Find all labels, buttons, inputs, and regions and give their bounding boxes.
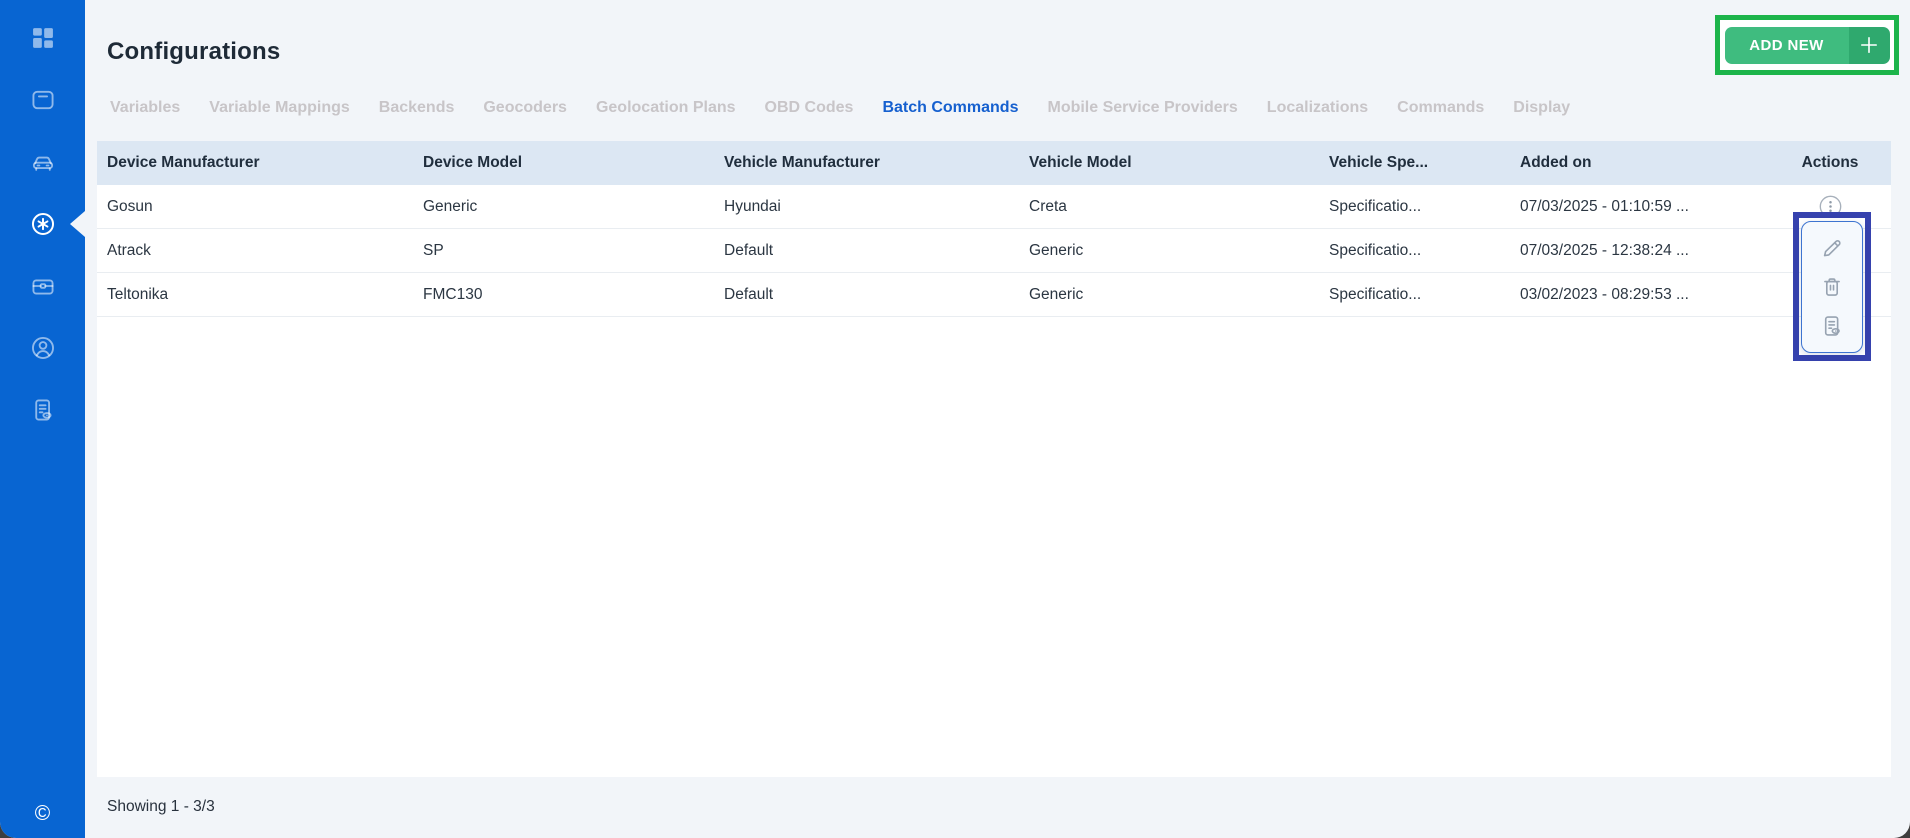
- sidebar-item-configurations[interactable]: [28, 209, 58, 239]
- cell-vehicle-specification: Specificatio...: [1319, 242, 1510, 260]
- column-header-device-model: Device Model: [413, 154, 714, 172]
- cell-device-model: Generic: [413, 198, 714, 216]
- main-content: Configurations Variables Variable Mappin…: [85, 0, 1910, 838]
- configurations-asterisk-icon: [29, 210, 57, 238]
- devices-icon: [29, 86, 57, 114]
- trash-delete-icon: [1819, 274, 1845, 300]
- vehicles-car-icon: [29, 148, 57, 176]
- column-header-actions: Actions: [1769, 154, 1891, 172]
- table-row[interactable]: Gosun Generic Hyundai Creta Specificatio…: [97, 185, 1891, 229]
- cell-vehicle-model: Generic: [1019, 286, 1319, 304]
- toolbox-icon: [29, 272, 57, 300]
- cell-vehicle-model: Generic: [1019, 242, 1319, 260]
- table-row[interactable]: Teltonika FMC130 Default Generic Specifi…: [97, 273, 1891, 317]
- cell-device-manufacturer: Atrack: [97, 242, 413, 260]
- tab-obd-codes[interactable]: OBD Codes: [765, 99, 854, 117]
- plus-icon: [1857, 33, 1881, 57]
- pencil-edit-icon: [1819, 235, 1845, 261]
- column-header-vehicle-model: Vehicle Model: [1019, 154, 1319, 172]
- column-header-vehicle-specification: Vehicle Spe...: [1319, 154, 1510, 172]
- column-header-device-manufacturer: Device Manufacturer: [97, 154, 413, 172]
- pagination-status: Showing 1 - 3/3: [107, 798, 215, 816]
- column-header-added-on: Added on: [1510, 154, 1769, 172]
- dashboard-icon: [29, 24, 57, 52]
- tab-batch-commands[interactable]: Batch Commands: [882, 99, 1018, 117]
- add-new-button[interactable]: ADD NEW: [1725, 27, 1890, 64]
- account-icon: [29, 334, 57, 362]
- actions-popup-menu: [1801, 221, 1863, 353]
- cell-vehicle-specification: Specificatio...: [1319, 198, 1510, 216]
- active-item-notch: [70, 211, 85, 237]
- add-new-button-label: ADD NEW: [1725, 27, 1849, 64]
- view-details-button[interactable]: [1819, 313, 1845, 339]
- table-card: Device Manufacturer Device Model Vehicle…: [97, 141, 1891, 777]
- column-header-vehicle-manufacturer: Vehicle Manufacturer: [714, 154, 1019, 172]
- tab-geocoders[interactable]: Geocoders: [483, 99, 567, 117]
- table-row[interactable]: Atrack SP Default Generic Specificatio..…: [97, 229, 1891, 273]
- tab-mobile-service-providers[interactable]: Mobile Service Providers: [1047, 99, 1237, 117]
- tab-display[interactable]: Display: [1513, 99, 1570, 117]
- app-window: © Configurations Variables Variable Mapp…: [0, 0, 1910, 838]
- page-title: Configurations: [107, 38, 280, 66]
- tab-backends[interactable]: Backends: [379, 99, 455, 117]
- cell-device-model: FMC130: [413, 286, 714, 304]
- sidebar-item-devices[interactable]: [28, 85, 58, 115]
- edit-button[interactable]: [1819, 235, 1845, 261]
- sidebar-item-account[interactable]: [28, 333, 58, 363]
- sidebar-item-toolbox[interactable]: [28, 271, 58, 301]
- delete-button[interactable]: [1819, 274, 1845, 300]
- copyright-icon: ©: [35, 803, 50, 824]
- cell-added-on: 07/03/2025 - 12:38:24 ...: [1510, 242, 1769, 260]
- tab-variable-mappings[interactable]: Variable Mappings: [209, 99, 349, 117]
- sidebar: ©: [0, 0, 85, 838]
- cell-device-manufacturer: Gosun: [97, 198, 413, 216]
- annotation-box-add-new: ADD NEW: [1715, 15, 1899, 75]
- cell-vehicle-specification: Specificatio...: [1319, 286, 1510, 304]
- tab-variables[interactable]: Variables: [110, 99, 180, 117]
- cell-vehicle-manufacturer: Default: [714, 242, 1019, 260]
- reports-icon: [29, 396, 57, 424]
- cell-device-model: SP: [413, 242, 714, 260]
- sidebar-item-dashboard[interactable]: [28, 23, 58, 53]
- cell-vehicle-manufacturer: Default: [714, 286, 1019, 304]
- tab-commands[interactable]: Commands: [1397, 99, 1484, 117]
- tab-geolocation-plans[interactable]: Geolocation Plans: [596, 99, 736, 117]
- cell-added-on: 03/02/2023 - 08:29:53 ...: [1510, 286, 1769, 304]
- cell-device-manufacturer: Teltonika: [97, 286, 413, 304]
- document-view-icon: [1819, 313, 1845, 339]
- table-header-row: Device Manufacturer Device Model Vehicle…: [97, 141, 1891, 185]
- annotation-box-actions-menu: [1793, 212, 1871, 361]
- cell-vehicle-manufacturer: Hyundai: [714, 198, 1019, 216]
- tab-localizations[interactable]: Localizations: [1267, 99, 1368, 117]
- sidebar-item-reports[interactable]: [28, 395, 58, 425]
- tab-bar: Variables Variable Mappings Backends Geo…: [110, 99, 1570, 117]
- add-new-plus-segment[interactable]: [1849, 27, 1890, 64]
- cell-vehicle-model: Creta: [1019, 198, 1319, 216]
- sidebar-item-vehicles[interactable]: [28, 147, 58, 177]
- cell-added-on: 07/03/2025 - 01:10:59 ...: [1510, 198, 1769, 216]
